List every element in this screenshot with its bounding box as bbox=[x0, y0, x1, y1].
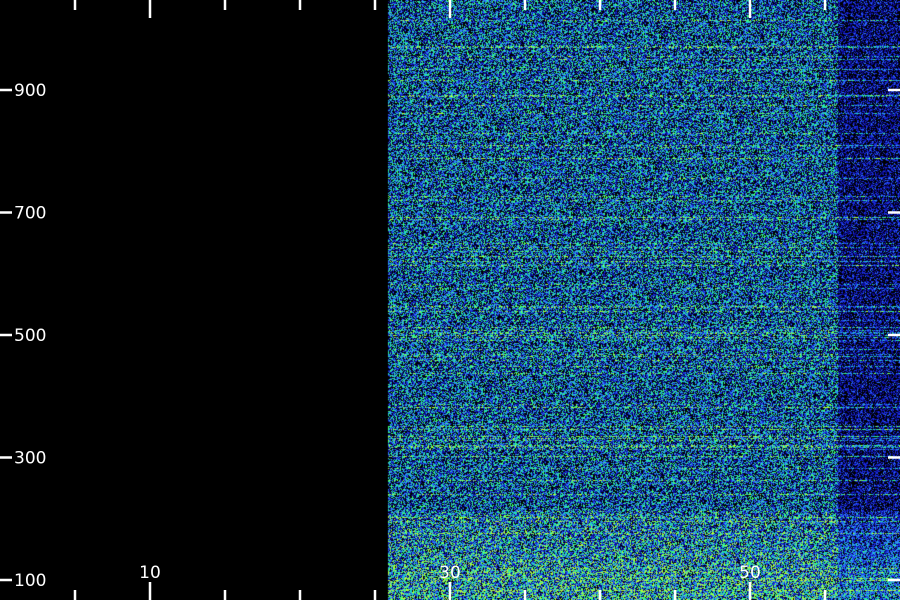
y-tick-label: 900 bbox=[14, 81, 46, 101]
x-tick-label: 10 bbox=[139, 563, 161, 583]
spectrogram-plot: 10 30 50 100 300 500 700 900 bbox=[0, 0, 900, 600]
heatmap-region bbox=[0, 0, 900, 600]
x-tick-label: 50 bbox=[739, 563, 761, 583]
y-tick-label: 500 bbox=[14, 326, 46, 346]
y-tick-label: 100 bbox=[14, 571, 46, 591]
x-tick-label: 30 bbox=[439, 563, 461, 583]
y-tick-label: 700 bbox=[14, 204, 46, 224]
y-tick-label: 300 bbox=[14, 449, 46, 469]
